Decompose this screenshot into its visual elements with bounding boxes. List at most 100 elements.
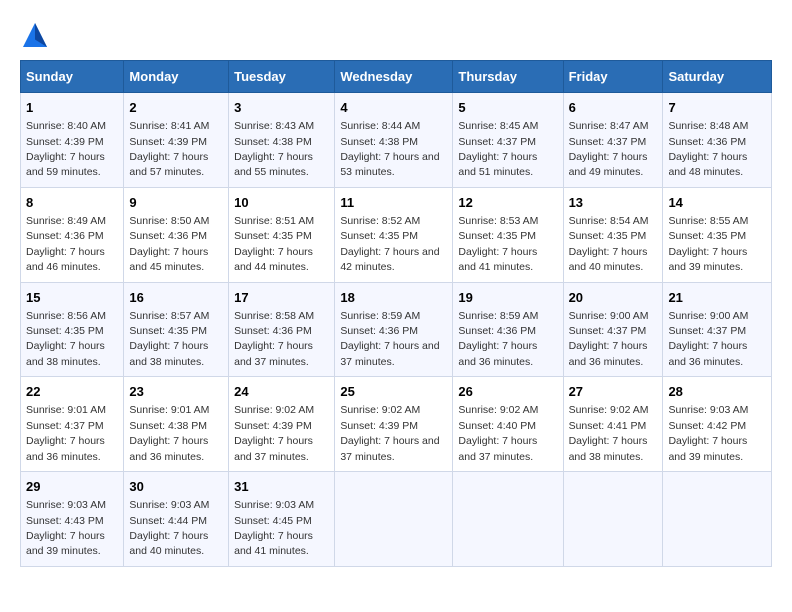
week-row-1: 1 Sunrise: 8:40 AMSunset: 4:39 PMDaylight… [21,93,772,188]
cell-info: Sunrise: 9:02 AMSunset: 4:40 PMDaylight:… [458,404,538,462]
calendar-cell: 17Sunrise: 8:58 AMSunset: 4:36 PMDayligh… [229,282,335,377]
cell-info: Sunrise: 8:53 AMSunset: 4:35 PMDaylight:… [458,215,538,273]
calendar-cell: 27 Sunrise: 9:02 AMSunset: 4:41 PMDayligh… [563,377,663,472]
day-number: 20 [569,289,658,307]
cell-info: Sunrise: 9:01 AMSunset: 4:37 PMDaylight:… [26,404,106,462]
day-number: 19 [458,289,557,307]
cell-info: Sunrise: 9:02 AMSunset: 4:39 PMDaylight:… [234,404,314,462]
day-number: 21 [668,289,766,307]
col-header-sunday: Sunday [21,61,124,93]
cell-info: Sunrise: 8:44 AMSunset: 4:38 PMDaylight:… [340,120,439,178]
cell-info: Sunrise: 8:59 AMSunset: 4:36 PMDaylight:… [340,310,439,368]
day-number: 23 [129,383,223,401]
calendar-cell: 18Sunrise: 8:59 AMSunset: 4:36 PMDayligh… [335,282,453,377]
calendar-cell: 5 Sunrise: 8:45 AMSunset: 4:37 PMDaylight… [453,93,563,188]
calendar-cell: 22 Sunrise: 9:01 AMSunset: 4:37 PMDayligh… [21,377,124,472]
calendar-cell: 29 Sunrise: 9:03 AMSunset: 4:43 PMDayligh… [21,472,124,567]
cell-info: Sunrise: 8:48 AMSunset: 4:36 PMDaylight:… [668,120,748,178]
calendar-cell: 15 Sunrise: 8:56 AMSunset: 4:35 PMDayligh… [21,282,124,377]
cell-info: Sunrise: 8:43 AMSunset: 4:38 PMDaylight:… [234,120,314,178]
day-number: 26 [458,383,557,401]
cell-info: Sunrise: 8:45 AMSunset: 4:37 PMDaylight:… [458,120,538,178]
day-number: 2 [129,99,223,117]
day-number: 16 [129,289,223,307]
day-number: 8 [26,194,118,212]
day-number: 28 [668,383,766,401]
day-number: 13 [569,194,658,212]
cell-info: Sunrise: 8:47 AMSunset: 4:37 PMDaylight:… [569,120,649,178]
day-number: 3 [234,99,329,117]
col-header-thursday: Thursday [453,61,563,93]
calendar-cell [663,472,772,567]
cell-info: Sunrise: 8:58 AMSunset: 4:36 PMDaylight:… [234,310,314,368]
day-number: 9 [129,194,223,212]
day-number: 24 [234,383,329,401]
calendar-cell: 23 Sunrise: 9:01 AMSunset: 4:38 PMDayligh… [124,377,229,472]
calendar-cell: 6 Sunrise: 8:47 AMSunset: 4:37 PMDaylight… [563,93,663,188]
calendar-cell: 7 Sunrise: 8:48 AMSunset: 4:36 PMDaylight… [663,93,772,188]
page-header [20,20,772,50]
day-number: 25 [340,383,447,401]
week-row-3: 15 Sunrise: 8:56 AMSunset: 4:35 PMDayligh… [21,282,772,377]
calendar-cell: 25 Sunrise: 9:02 AMSunset: 4:39 PMDayligh… [335,377,453,472]
calendar-cell: 4Sunrise: 8:44 AMSunset: 4:38 PMDaylight… [335,93,453,188]
logo-icon [20,20,50,50]
calendar-table: SundayMondayTuesdayWednesdayThursdayFrid… [20,60,772,567]
day-number: 15 [26,289,118,307]
week-row-5: 29 Sunrise: 9:03 AMSunset: 4:43 PMDayligh… [21,472,772,567]
cell-info: Sunrise: 9:00 AMSunset: 4:37 PMDaylight:… [569,310,649,368]
calendar-cell: 19 Sunrise: 8:59 AMSunset: 4:36 PMDayligh… [453,282,563,377]
col-header-friday: Friday [563,61,663,93]
calendar-cell: 20 Sunrise: 9:00 AMSunset: 4:37 PMDayligh… [563,282,663,377]
logo [20,20,54,50]
cell-info: Sunrise: 9:01 AMSunset: 4:38 PMDaylight:… [129,404,209,462]
cell-info: Sunrise: 8:41 AMSunset: 4:39 PMDaylight:… [129,120,209,178]
cell-info: Sunrise: 8:56 AMSunset: 4:35 PMDaylight:… [26,310,106,368]
cell-info: Sunrise: 9:02 AMSunset: 4:41 PMDaylight:… [569,404,649,462]
cell-info: Sunrise: 9:02 AMSunset: 4:39 PMDaylight:… [340,404,439,462]
calendar-cell: 1 Sunrise: 8:40 AMSunset: 4:39 PMDaylight… [21,93,124,188]
cell-info: Sunrise: 8:40 AMSunset: 4:39 PMDaylight:… [26,120,106,178]
cell-info: Sunrise: 8:51 AMSunset: 4:35 PMDaylight:… [234,215,314,273]
day-number: 1 [26,99,118,117]
calendar-cell: 11 Sunrise: 8:52 AMSunset: 4:35 PMDayligh… [335,187,453,282]
day-number: 22 [26,383,118,401]
calendar-cell: 9 Sunrise: 8:50 AMSunset: 4:36 PMDaylight… [124,187,229,282]
week-row-4: 22 Sunrise: 9:01 AMSunset: 4:37 PMDayligh… [21,377,772,472]
day-number: 27 [569,383,658,401]
cell-info: Sunrise: 8:57 AMSunset: 4:35 PMDaylight:… [129,310,209,368]
day-number: 7 [668,99,766,117]
cell-info: Sunrise: 9:00 AMSunset: 4:37 PMDaylight:… [668,310,748,368]
cell-info: Sunrise: 8:52 AMSunset: 4:35 PMDaylight:… [340,215,439,273]
cell-info: Sunrise: 9:03 AMSunset: 4:43 PMDaylight:… [26,499,106,557]
day-number: 11 [340,194,447,212]
col-header-tuesday: Tuesday [229,61,335,93]
calendar-cell: 31 Sunrise: 9:03 AMSunset: 4:45 PMDayligh… [229,472,335,567]
cell-info: Sunrise: 9:03 AMSunset: 4:45 PMDaylight:… [234,499,314,557]
calendar-cell [563,472,663,567]
day-number: 29 [26,478,118,496]
cell-info: Sunrise: 8:59 AMSunset: 4:36 PMDaylight:… [458,310,538,368]
week-row-2: 8 Sunrise: 8:49 AMSunset: 4:36 PMDaylight… [21,187,772,282]
calendar-cell: 28 Sunrise: 9:03 AMSunset: 4:42 PMDayligh… [663,377,772,472]
calendar-cell: 10 Sunrise: 8:51 AMSunset: 4:35 PMDayligh… [229,187,335,282]
calendar-cell: 8 Sunrise: 8:49 AMSunset: 4:36 PMDaylight… [21,187,124,282]
cell-info: Sunrise: 8:50 AMSunset: 4:36 PMDaylight:… [129,215,209,273]
day-number: 5 [458,99,557,117]
day-number: 30 [129,478,223,496]
col-header-wednesday: Wednesday [335,61,453,93]
day-number: 10 [234,194,329,212]
calendar-cell: 3 Sunrise: 8:43 AMSunset: 4:38 PMDaylight… [229,93,335,188]
day-number: 31 [234,478,329,496]
calendar-cell: 13Sunrise: 8:54 AMSunset: 4:35 PMDayligh… [563,187,663,282]
calendar-cell: 21 Sunrise: 9:00 AMSunset: 4:37 PMDayligh… [663,282,772,377]
calendar-cell: 14Sunrise: 8:55 AMSunset: 4:35 PMDayligh… [663,187,772,282]
calendar-cell: 24 Sunrise: 9:02 AMSunset: 4:39 PMDayligh… [229,377,335,472]
cell-info: Sunrise: 8:49 AMSunset: 4:36 PMDaylight:… [26,215,106,273]
header-row: SundayMondayTuesdayWednesdayThursdayFrid… [21,61,772,93]
day-number: 12 [458,194,557,212]
day-number: 6 [569,99,658,117]
cell-info: Sunrise: 8:55 AMSunset: 4:35 PMDaylight:… [668,215,748,273]
cell-info: Sunrise: 9:03 AMSunset: 4:42 PMDaylight:… [668,404,748,462]
col-header-monday: Monday [124,61,229,93]
